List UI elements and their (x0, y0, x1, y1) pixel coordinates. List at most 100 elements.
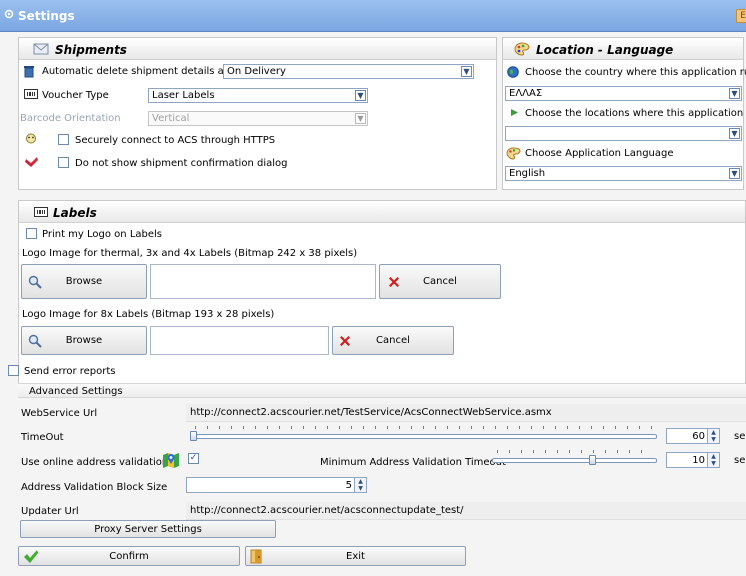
browse-8x-label: Browse (65, 335, 103, 346)
confirm-button[interactable]: Confirm (18, 546, 240, 566)
min-timeout-label: Minimum Address Validation Timeout (320, 457, 506, 468)
min-timeout-value: 10 (692, 455, 705, 466)
thermal-logo-path-input[interactable] (150, 264, 376, 299)
browse-8x-button[interactable]: Browse (21, 326, 147, 355)
error-reports-label: Send error reports (24, 366, 116, 377)
no-confirm-label: Do not show shipment confirmation dialog (75, 158, 288, 169)
updater-url-field[interactable]: http://connect2.acscourier.net/acsconnec… (186, 502, 746, 520)
webservice-url-label: WebService Url (21, 408, 98, 419)
chevron-down-icon: ▼ (355, 113, 366, 124)
print-logo-label: Print my Logo on Labels (42, 229, 162, 240)
location-language-panel: Location - Language Choose the country w… (502, 37, 746, 190)
chevron-down-icon: ▼ (729, 168, 740, 179)
shipments-panel: Shipments Automatic delete shipment deta… (18, 37, 497, 190)
shipments-header: Shipments (19, 38, 496, 60)
spinner-arrows-icon[interactable]: ▲ ▼ (354, 478, 366, 492)
advanced-settings-header: Advanced Settings (18, 383, 746, 398)
barcode-orientation-value: Vertical (152, 113, 190, 124)
auto-delete-select[interactable]: On Delivery ▼ (223, 64, 474, 79)
country-select[interactable]: ΕΛΛΑΣ ▼ (505, 86, 742, 101)
country-value: ΕΛΛΑΣ (509, 88, 543, 99)
min-timeout-spinner[interactable]: 10 ▲ ▼ (666, 452, 720, 468)
language-select[interactable]: English ▼ (505, 166, 742, 181)
block-size-label: Address Validation Block Size (21, 482, 168, 493)
block-size-value: 5 (345, 480, 352, 491)
spinner-arrows-icon[interactable]: ▲ ▼ (707, 453, 719, 467)
label-printer-icon (34, 207, 48, 217)
timeout-slider-thumb[interactable] (190, 431, 197, 441)
locations-label: Choose the locations where this applicat… (525, 108, 746, 119)
min-timeout-unit: se (734, 455, 746, 466)
timeout-slider-track[interactable] (190, 434, 657, 439)
trash-icon (24, 66, 34, 78)
title-bar: Settings E (0, 0, 746, 32)
voucher-type-value: Laser Labels (152, 90, 215, 101)
location-header: Location - Language (503, 38, 743, 60)
timeout-slider-ticks (195, 426, 655, 429)
auto-delete-label: Automatic delete shipment details after (42, 66, 242, 77)
voucher-type-label: Voucher Type (42, 90, 109, 101)
location-arrow-icon (511, 109, 518, 116)
window-corner-button[interactable]: E (736, 9, 746, 23)
cancel-thermal-label: Cancel (423, 276, 457, 287)
cancel-8x-button[interactable]: Cancel (332, 326, 454, 355)
timeout-value: 60 (692, 431, 705, 442)
browse-thermal-label: Browse (65, 276, 103, 287)
labels-title: Labels (53, 206, 97, 220)
min-timeout-slider-thumb[interactable] (589, 455, 596, 465)
exit-button[interactable]: Exit (245, 546, 466, 566)
palette-icon (514, 42, 530, 56)
auto-delete-value: On Delivery (227, 66, 286, 77)
https-checkbox[interactable] (58, 134, 69, 145)
timeout-spinner[interactable]: 60 ▲ ▼ (666, 428, 720, 444)
spinner-arrows-icon[interactable]: ▲ ▼ (707, 429, 719, 443)
block-size-spinner[interactable]: 5 ▲ ▼ (186, 477, 367, 493)
confirmation-icon (25, 157, 38, 167)
locations-select[interactable]: ▼ (505, 126, 742, 141)
window-title: Settings (18, 9, 75, 23)
barcode-orientation-label: Barcode Orientation (20, 113, 121, 124)
chevron-down-icon: ▼ (729, 128, 740, 139)
webservice-url-field[interactable]: http://connect2.acscourier.net/TestServi… (186, 404, 746, 422)
advanced-settings-title: Advanced Settings (29, 386, 123, 397)
voucher-icon (24, 89, 38, 99)
updater-url-label: Updater Url (21, 506, 79, 517)
map-pin-icon (163, 453, 179, 468)
confirm-label: Confirm (109, 551, 149, 562)
settings-gear-icon (4, 9, 14, 19)
no-confirm-checkbox[interactable] (58, 157, 69, 168)
logo-8x-label: Logo Image for 8x Labels (Bitmap 193 x 2… (22, 309, 275, 320)
labels-header: Labels (19, 201, 745, 223)
country-label: Choose the country where this applicatio… (525, 67, 746, 78)
proxy-server-settings-label: Proxy Server Settings (94, 524, 202, 535)
timeout-unit: se (734, 431, 746, 442)
logo-8x-path-input[interactable] (150, 326, 329, 355)
labels-panel: Labels Print my Logo on Labels Logo Imag… (18, 200, 746, 387)
chevron-down-icon: ▼ (729, 88, 740, 99)
online-validation-checkbox[interactable]: ✓ (188, 453, 199, 464)
envelope-icon (33, 43, 49, 55)
cancel-thermal-button[interactable]: Cancel (379, 264, 501, 299)
https-label: Securely connect to ACS through HTTPS (75, 135, 276, 146)
print-logo-checkbox[interactable] (26, 228, 37, 239)
language-label: Choose Application Language (525, 148, 674, 159)
updater-url-value: http://connect2.acscourier.net/acsconnec… (190, 505, 464, 516)
acs-connection-icon (26, 133, 36, 144)
settings-form: Shipments Automatic delete shipment deta… (0, 32, 746, 576)
browse-thermal-button[interactable]: Browse (21, 264, 147, 299)
timeout-label: TimeOut (21, 432, 64, 443)
barcode-orientation-select: Vertical ▼ (148, 111, 368, 126)
language-palette-icon (506, 147, 521, 160)
error-reports-checkbox[interactable] (8, 365, 19, 376)
min-timeout-slider-track[interactable] (492, 458, 657, 463)
shipments-title: Shipments (55, 43, 127, 57)
webservice-url-value: http://connect2.acscourier.net/TestServi… (190, 407, 552, 418)
language-value: English (509, 168, 546, 179)
thermal-logo-label: Logo Image for thermal, 3x and 4x Labels… (22, 248, 358, 259)
location-title: Location - Language (536, 43, 674, 57)
voucher-type-select[interactable]: Laser Labels ▼ (148, 88, 368, 103)
online-validation-label: Use online address validation (21, 457, 169, 468)
proxy-server-settings-button[interactable]: Proxy Server Settings (20, 520, 276, 538)
min-timeout-slider-ticks (497, 450, 653, 453)
globe-icon (507, 66, 519, 78)
